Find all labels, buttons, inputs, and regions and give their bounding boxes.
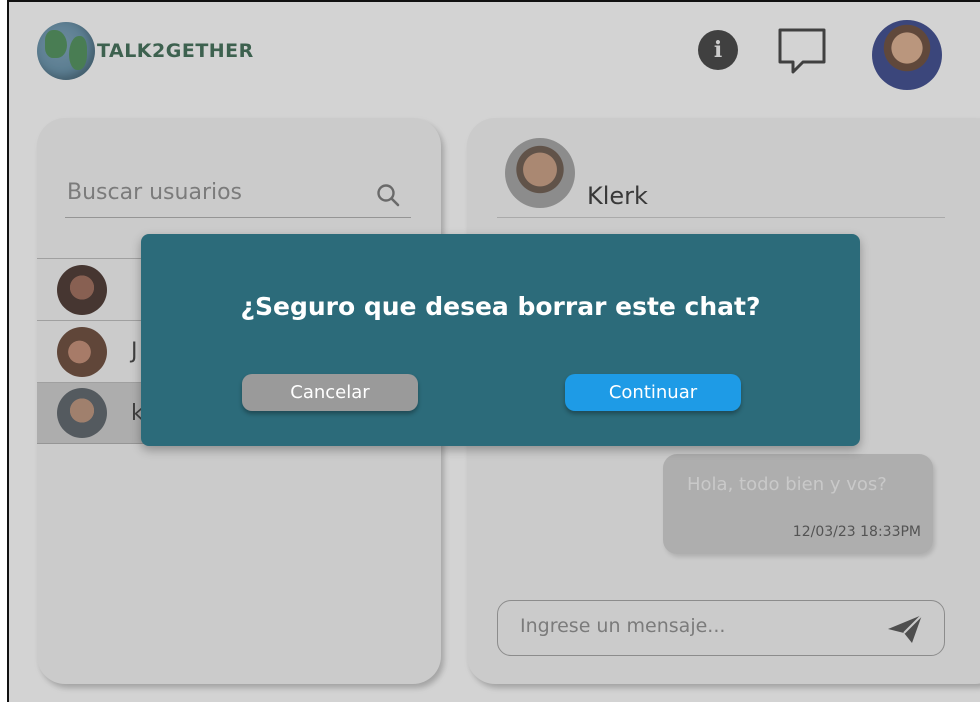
app-background: TALK2GETHER i Buscar usuarios J k Klerk … [9,2,980,702]
app-frame: TALK2GETHER i Buscar usuarios J k Klerk … [7,0,980,702]
continue-button[interactable]: Continuar [565,374,741,411]
confirm-delete-dialog: ¿Seguro que desea borrar este chat? Canc… [141,234,860,446]
cancel-button[interactable]: Cancelar [242,374,418,411]
dialog-title: ¿Seguro que desea borrar este chat? [240,292,761,321]
